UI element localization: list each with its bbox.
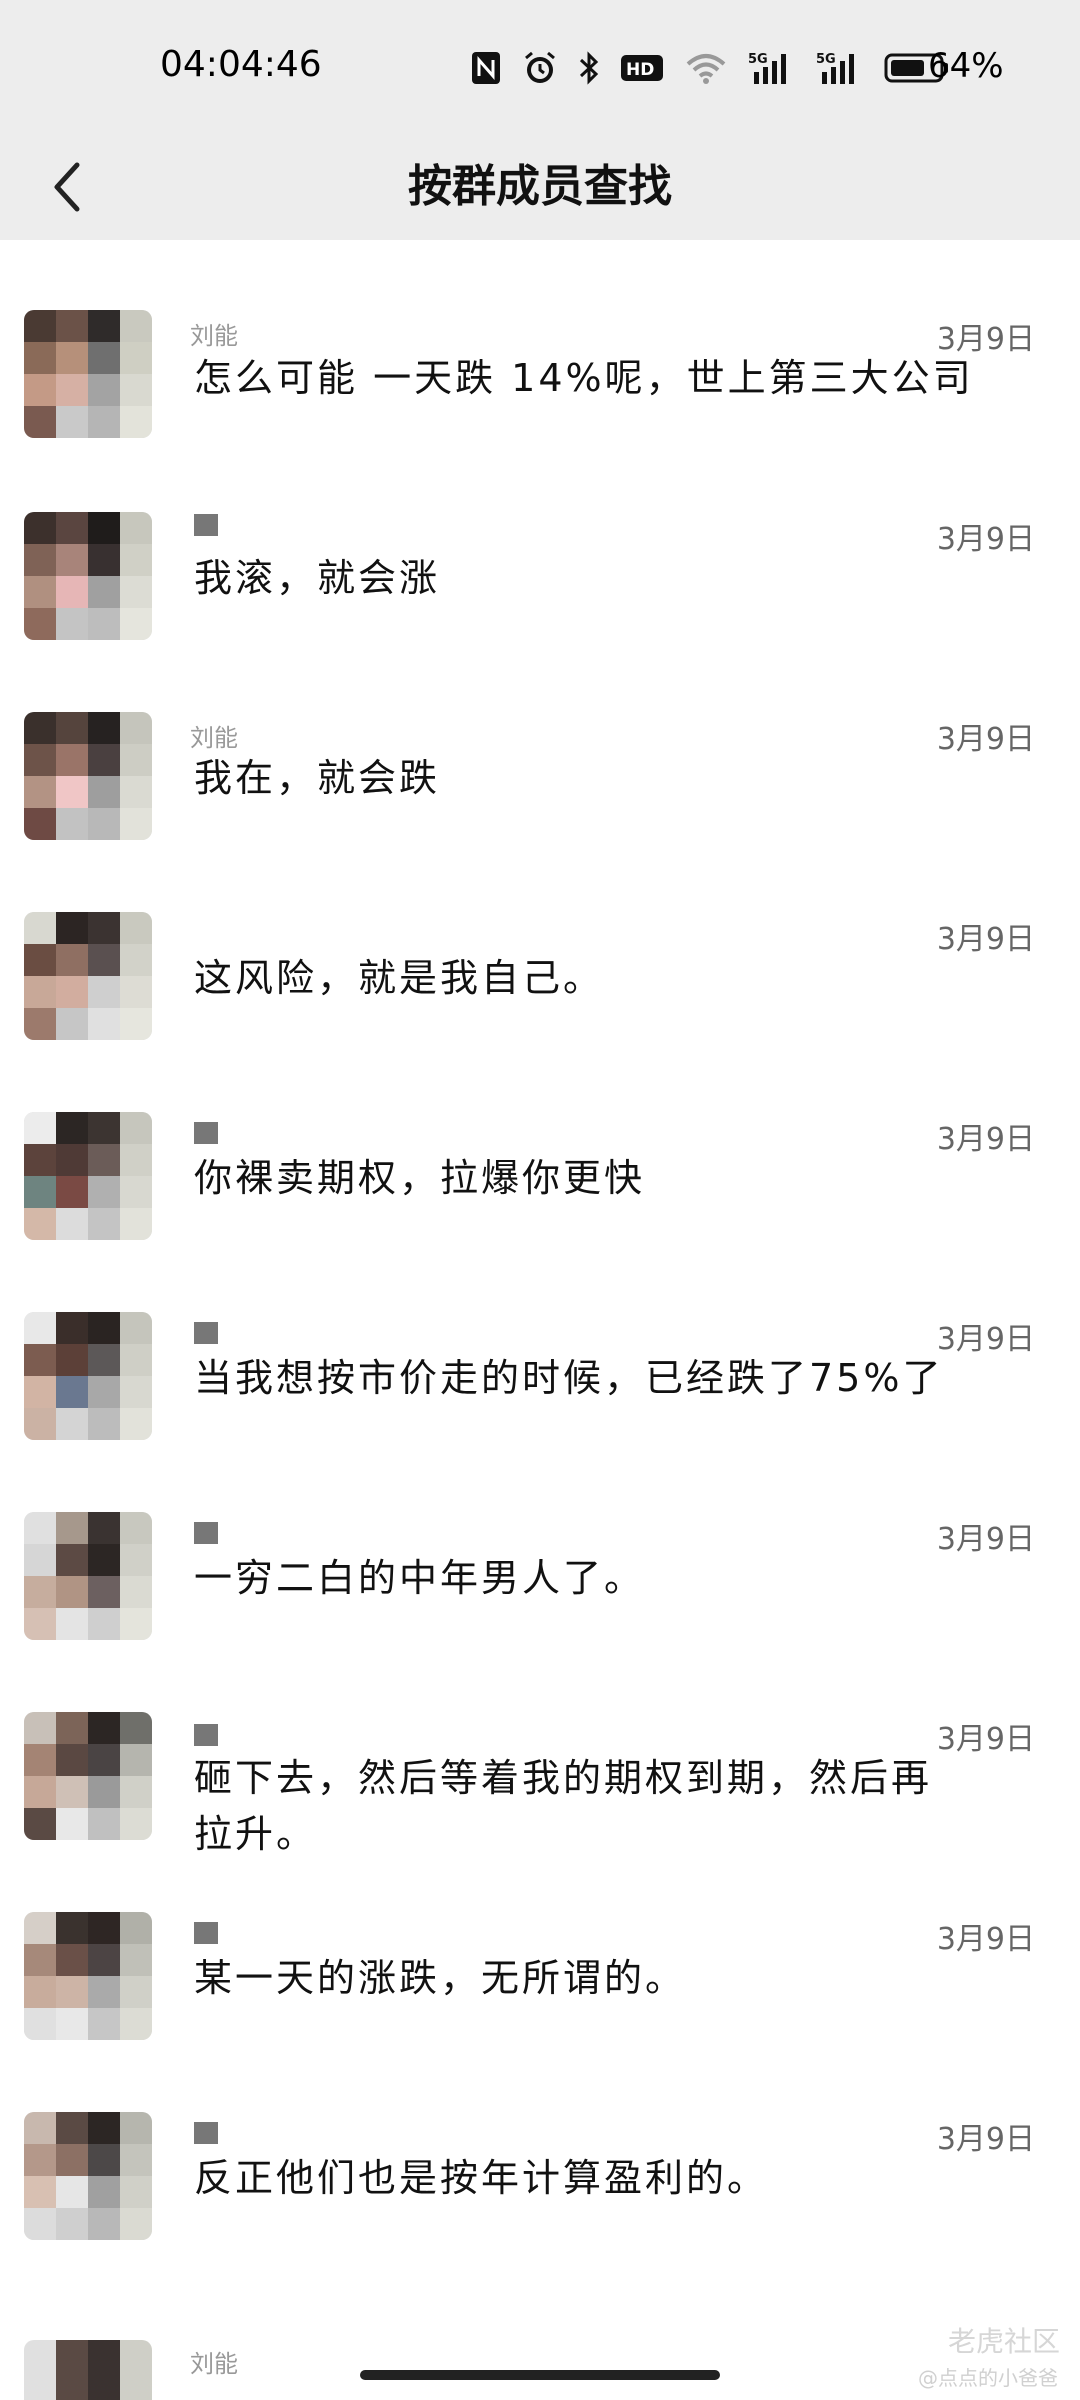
list-item[interactable]: 3月9日 当我想按市价走的时候，已经跌了75%了 bbox=[0, 1240, 1080, 1440]
list-item[interactable]: 3月9日 我滚，就会涨 bbox=[0, 440, 1080, 640]
alarm-icon bbox=[522, 48, 558, 88]
list-item[interactable]: 3月9日 你裸卖期权，拉爆你更快 bbox=[0, 1040, 1080, 1240]
avatar bbox=[24, 1312, 152, 1440]
sender-name-redacted bbox=[194, 1322, 218, 1344]
sender-name: 刘能 bbox=[190, 322, 238, 350]
status-time: 04:04:46 bbox=[160, 44, 322, 85]
list-item[interactable]: 3月9日 砸下去，然后等着我的期权到期，然后再拉升。 bbox=[0, 1640, 1080, 1866]
sender-name: 刘能 bbox=[190, 724, 238, 752]
avatar bbox=[24, 2340, 152, 2400]
message-text: 我在，就会跌 bbox=[194, 756, 441, 800]
avatar bbox=[24, 1512, 152, 1640]
home-indicator[interactable] bbox=[360, 2370, 720, 2380]
sender-name-redacted bbox=[194, 1922, 218, 1944]
sender-name-redacted bbox=[194, 1122, 218, 1144]
hd-icon: HD bbox=[620, 48, 664, 88]
status-icons: HD 5G 5G bbox=[470, 46, 950, 90]
signal-5g-icon: 5G bbox=[816, 48, 864, 88]
message-text: 怎么可能 一天跌 14%呢，世上第三大公司 bbox=[194, 356, 974, 400]
screen: 04:04:46 HD 5G 5G 64% 按群成员查找 刘能 3月9日 怎么可… bbox=[0, 0, 1080, 2400]
avatar bbox=[24, 512, 152, 640]
list-item[interactable]: 刘能 3月9日 怎么可能 一天跌 14%呢，世上第三大公司 bbox=[0, 240, 1080, 440]
page-title: 按群成员查找 bbox=[408, 161, 672, 212]
avatar bbox=[24, 712, 152, 840]
message-text: 这风险，就是我自己。 bbox=[194, 956, 605, 1000]
signal-5g-icon: 5G bbox=[748, 48, 796, 88]
message-text: 我滚，就会涨 bbox=[194, 556, 441, 600]
avatar bbox=[24, 1112, 152, 1240]
message-text: 反正他们也是按年计算盈利的。 bbox=[194, 2156, 769, 2200]
sender-name-redacted bbox=[194, 1522, 218, 1544]
message-text: 某一天的涨跌，无所谓的。 bbox=[194, 1956, 687, 2000]
avatar bbox=[24, 1912, 152, 2040]
bluetooth-icon bbox=[578, 48, 600, 88]
list-item[interactable]: 3月9日 一穷二白的中年男人了。 bbox=[0, 1440, 1080, 1640]
list-item[interactable]: 3月9日 反正他们也是按年计算盈利的。 bbox=[0, 2066, 1080, 2266]
avatar bbox=[24, 912, 152, 1040]
list-item[interactable]: 3月9日 这风险，就是我自己。 bbox=[0, 840, 1080, 1040]
sender-name-redacted bbox=[194, 1724, 218, 1746]
message-text: 一穷二白的中年男人了。 bbox=[194, 1556, 646, 1600]
wifi-icon bbox=[684, 48, 728, 88]
battery-percentage: 64% bbox=[928, 46, 1004, 86]
message-text: 你裸卖期权，拉爆你更快 bbox=[194, 1156, 646, 1200]
svg-text:5G: 5G bbox=[748, 52, 768, 67]
nfc-icon bbox=[470, 48, 502, 88]
avatar bbox=[24, 310, 152, 438]
watermark-logo: 老虎社区 bbox=[947, 2325, 1060, 2358]
avatar bbox=[24, 1712, 152, 1840]
avatar bbox=[24, 2112, 152, 2240]
message-text: 当我想按市价走的时候，已经跌了75%了 bbox=[194, 1356, 944, 1400]
message-list[interactable]: 刘能 3月9日 怎么可能 一天跌 14%呢，世上第三大公司 3月9日 我滚，就会… bbox=[0, 240, 1080, 2266]
message-text: 砸下去，然后等着我的期权到期，然后再拉升。 bbox=[194, 1756, 933, 1856]
svg-text:HD: HD bbox=[626, 60, 654, 80]
sender-name-redacted bbox=[194, 514, 218, 536]
list-item[interactable]: 3月9日 某一天的涨跌，无所谓的。 bbox=[0, 1866, 1080, 2066]
watermark-author: @点点的小爸爸 bbox=[918, 2366, 1058, 2390]
list-item[interactable]: 刘能 3月9日 我在，就会跌 bbox=[0, 640, 1080, 840]
header: 按群成员查找 bbox=[0, 136, 1080, 240]
sender-name: 刘能 bbox=[190, 2350, 238, 2378]
status-bar: 04:04:46 HD 5G 5G 64% bbox=[0, 0, 1080, 136]
sender-name-redacted bbox=[194, 2122, 218, 2144]
svg-text:5G: 5G bbox=[816, 52, 836, 67]
